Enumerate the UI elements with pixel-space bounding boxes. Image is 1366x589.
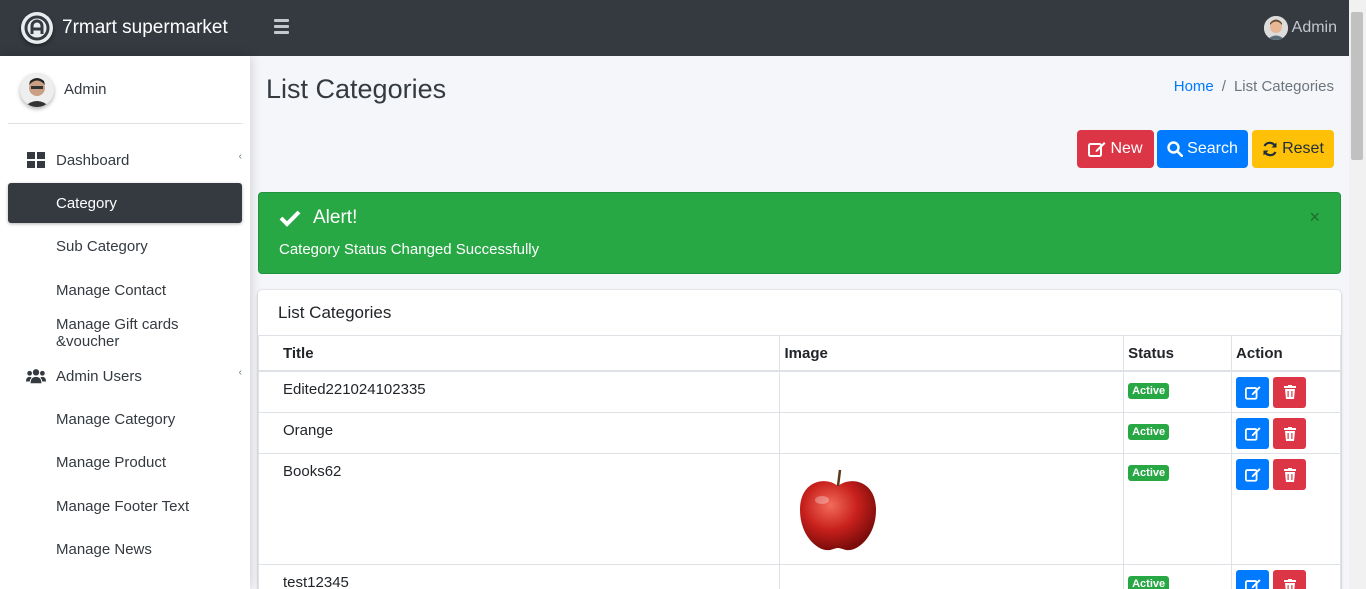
sidebar-item-manage-footer-text[interactable]: Manage Footer Text <box>8 486 242 526</box>
sidebar-item-manage-product[interactable]: Manage Product <box>8 442 242 482</box>
sidebar-item-label: Manage Footer Text <box>56 497 190 515</box>
sidebar-item-label: Category <box>56 194 117 212</box>
new-button[interactable]: New <box>1077 130 1154 168</box>
sidebar-item-manage-category[interactable]: Manage Category <box>8 399 242 439</box>
chevron-left-icon: ‹ <box>238 151 242 162</box>
column-header-title: Title <box>257 335 781 372</box>
table-row: Books62 Active <box>257 453 1341 565</box>
page-title: List Categories <box>266 74 447 104</box>
delete-button[interactable] <box>1273 376 1307 408</box>
row-image <box>779 412 1125 454</box>
top-navbar: Admin <box>250 0 1349 56</box>
sidebar-item-label: Dashboard <box>56 151 130 169</box>
sidebar-item-label: Manage News <box>56 540 152 558</box>
status-badge[interactable]: Active <box>1128 576 1170 589</box>
sidebar-item-label: Manage Category <box>56 410 176 428</box>
sidebar-user-name: Admin <box>64 81 107 98</box>
new-button-label: New <box>1110 140 1143 157</box>
breadcrumb-current: List Categories <box>1233 78 1334 95</box>
trash-icon <box>1283 578 1296 589</box>
page-scrollbar[interactable] <box>1349 0 1366 589</box>
search-button[interactable]: Search <box>1157 130 1248 168</box>
reset-button-label: Reset <box>1282 140 1324 157</box>
trash-icon <box>1283 385 1296 399</box>
sidebar-item-manage-gift-cards[interactable]: Manage Gift cards &voucher <box>8 313 242 353</box>
row-title: Books62 <box>257 453 781 565</box>
edit-icon <box>1244 579 1261 589</box>
card-title: List Categories <box>278 303 392 322</box>
delete-button[interactable] <box>1273 459 1307 490</box>
hamburger-icon[interactable] <box>274 19 289 37</box>
status-badge[interactable]: Active <box>1128 382 1170 399</box>
users-icon <box>26 366 46 386</box>
alert-title: Alert! <box>313 207 358 228</box>
sidebar-item-label: Manage Product <box>56 453 167 471</box>
categories-table: Title Image Status Action Edited22102410… <box>257 335 1341 589</box>
trash-icon <box>1283 467 1296 482</box>
sidebar-item-label: Sub Category <box>56 237 148 255</box>
sidebar-user-panel[interactable]: Admin <box>8 56 243 124</box>
edit-icon <box>1244 468 1261 482</box>
row-image <box>779 564 1125 589</box>
categories-card: List Categories Title Image Status Actio… <box>257 290 1341 589</box>
sidebar-item-sub-category[interactable]: Sub Category <box>8 226 242 266</box>
apple-image <box>800 469 877 551</box>
refresh-icon <box>1263 141 1277 157</box>
sidebar-item-label: Manage Gift cards &voucher <box>56 316 179 350</box>
sidebar-item-dashboard[interactable]: Dashboard ‹ <box>8 140 242 180</box>
column-header-image: Image <box>779 335 1125 372</box>
sidebar-item-category[interactable]: Category <box>8 183 242 223</box>
edit-icon <box>1244 385 1261 400</box>
check-icon <box>279 210 301 227</box>
close-icon[interactable]: × <box>1309 207 1320 228</box>
edit-button[interactable] <box>1236 459 1270 490</box>
search-icon <box>1167 141 1184 157</box>
status-badge[interactable]: Active <box>1128 465 1170 481</box>
row-image <box>779 453 1125 565</box>
row-title: Orange <box>257 412 781 454</box>
sidebar-item-admin-users[interactable]: Admin Users ‹ <box>8 356 242 396</box>
search-button-label: Search <box>1187 140 1238 157</box>
brand-name: 7rmart supermarket <box>62 17 228 38</box>
edit-icon <box>1244 427 1261 441</box>
delete-button[interactable] <box>1273 418 1307 449</box>
table-row: Edited221024102335 Active <box>257 370 1341 413</box>
edit-button[interactable] <box>1236 376 1270 408</box>
trash-icon <box>1283 426 1296 441</box>
table-row: Orange Active <box>257 412 1341 454</box>
row-image <box>779 370 1125 413</box>
sidebar-item-manage-contact[interactable]: Manage Contact <box>8 270 242 310</box>
brand-link[interactable]: 7rmart supermarket <box>0 0 250 56</box>
row-title: Edited221024102335 <box>257 370 781 413</box>
breadcrumb: Home / List Categories <box>1174 78 1334 95</box>
sidebar-item-manage-news[interactable]: Manage News <box>8 529 242 569</box>
sidebar-item-label: Manage Contact <box>56 281 167 299</box>
dashboard-icon <box>26 150 46 170</box>
scrollbar-thumb[interactable] <box>1351 12 1363 160</box>
breadcrumb-separator: / <box>1221 78 1226 95</box>
success-alert: Alert! Category Status Changed Successfu… <box>258 192 1341 274</box>
navbar-user-menu[interactable]: Admin <box>1263 16 1337 40</box>
sidebar-item-label: Admin Users <box>56 367 142 385</box>
status-badge[interactable]: Active <box>1128 424 1170 440</box>
sidebar: Admin Dashboard ‹ Category Sub Category … <box>0 56 250 589</box>
delete-button[interactable] <box>1273 570 1307 589</box>
brand-logo-icon <box>21 12 53 44</box>
edit-icon <box>1088 142 1106 157</box>
navbar-user-name: Admin <box>1291 19 1337 36</box>
row-title: test12345 <box>257 564 781 589</box>
column-header-status: Status <box>1123 335 1233 372</box>
table-row: test12345 Active <box>257 564 1341 589</box>
navbar-avatar <box>1263 16 1288 40</box>
edit-button[interactable] <box>1236 570 1270 589</box>
reset-button[interactable]: Reset <box>1252 130 1334 168</box>
edit-button[interactable] <box>1236 418 1270 449</box>
table-header-row: Title Image Status Action <box>257 335 1341 372</box>
breadcrumb-home-link[interactable]: Home <box>1174 78 1214 95</box>
chevron-left-icon: ‹ <box>238 367 242 378</box>
avatar <box>20 72 54 107</box>
column-header-action: Action <box>1231 335 1341 372</box>
alert-message: Category Status Changed Successfully <box>279 241 540 258</box>
